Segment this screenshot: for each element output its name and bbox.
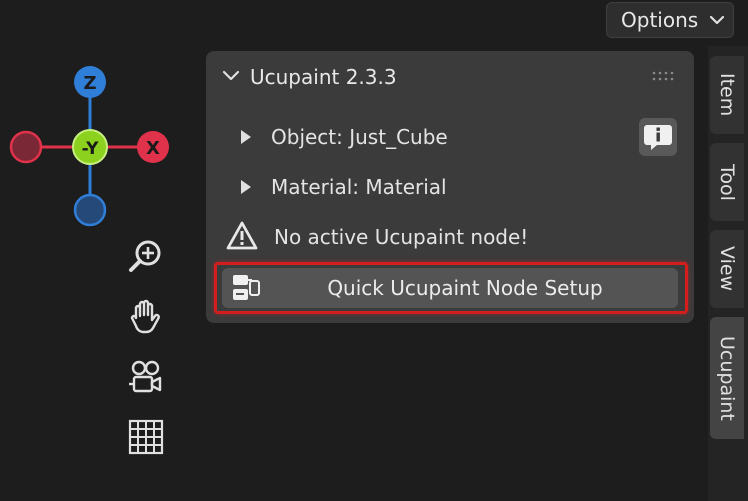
- object-label: Object: Just_Cube: [271, 125, 448, 149]
- panel-title: Ucupaint 2.3.3: [250, 65, 397, 89]
- navigation-gizmo[interactable]: Z X -Y: [0, 60, 190, 240]
- drag-grip-icon[interactable]: [652, 71, 676, 81]
- gizmo-neg-x[interactable]: [9, 130, 43, 164]
- camera-icon[interactable]: [127, 358, 165, 396]
- grid-ortho-icon[interactable]: [127, 418, 165, 456]
- zoom-icon[interactable]: [127, 236, 165, 274]
- gizmo-neg-z[interactable]: [73, 193, 107, 227]
- chevron-down-icon[interactable]: [222, 69, 240, 83]
- options-dropdown[interactable]: Options: [606, 2, 734, 38]
- expand-triangle-icon[interactable]: [240, 129, 252, 145]
- tab-tool-label: Tool: [716, 163, 738, 201]
- object-row[interactable]: Object: Just_Cube: [206, 117, 694, 157]
- quick-node-setup-label: Quick Ucupaint Node Setup: [327, 276, 603, 300]
- gizmo-x-label: X: [146, 138, 160, 159]
- panel-header[interactable]: Ucupaint 2.3.3: [206, 51, 694, 105]
- chevron-down-icon: [709, 15, 725, 25]
- tab-ucupaint[interactable]: Ucupaint: [710, 317, 744, 439]
- warning-icon: [226, 221, 258, 250]
- warning-message: No active Ucupaint node!: [274, 225, 529, 249]
- tab-view[interactable]: View: [710, 230, 744, 308]
- info-button[interactable]: [639, 118, 677, 156]
- expand-triangle-icon[interactable]: [240, 179, 252, 195]
- info-icon: [644, 125, 672, 150]
- tab-item[interactable]: Item: [710, 56, 744, 134]
- tab-tool[interactable]: Tool: [710, 143, 744, 221]
- material-label: Material: Material: [271, 175, 447, 199]
- tab-item-label: Item: [716, 73, 738, 117]
- options-label: Options: [621, 8, 699, 32]
- quick-node-setup-button[interactable]: Quick Ucupaint Node Setup: [222, 268, 678, 308]
- gizmo-y-label: -Y: [82, 139, 100, 159]
- tab-view-label: View: [716, 246, 738, 292]
- gizmo-z-label: Z: [83, 73, 96, 94]
- material-row[interactable]: Material: Material: [206, 167, 694, 207]
- tab-ucupaint-label: Ucupaint: [716, 335, 738, 421]
- hand-pan-icon[interactable]: [127, 298, 165, 336]
